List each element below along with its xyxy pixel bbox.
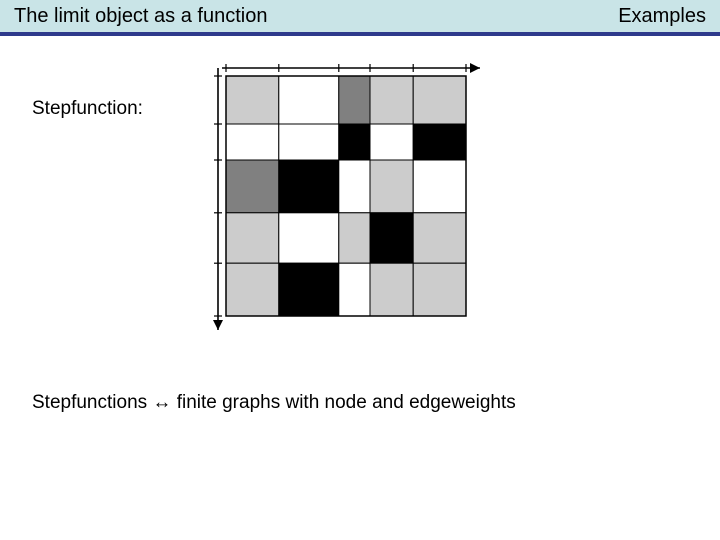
slide-title-left: The limit object as a function xyxy=(14,5,267,28)
heatmap-svg xyxy=(196,54,496,344)
slide-body: Stepfunction: Stepfunctions ↔ finite gra… xyxy=(0,36,720,536)
slide-header: The limit object as a function Examples xyxy=(0,0,720,36)
stepfunction-statement: Stepfunctions ↔ finite graphs with node … xyxy=(32,392,516,414)
stepfunction-label: Stepfunction: xyxy=(32,98,143,120)
slide-title-right: Examples xyxy=(618,5,706,28)
stepfunction-heatmap xyxy=(196,54,496,344)
